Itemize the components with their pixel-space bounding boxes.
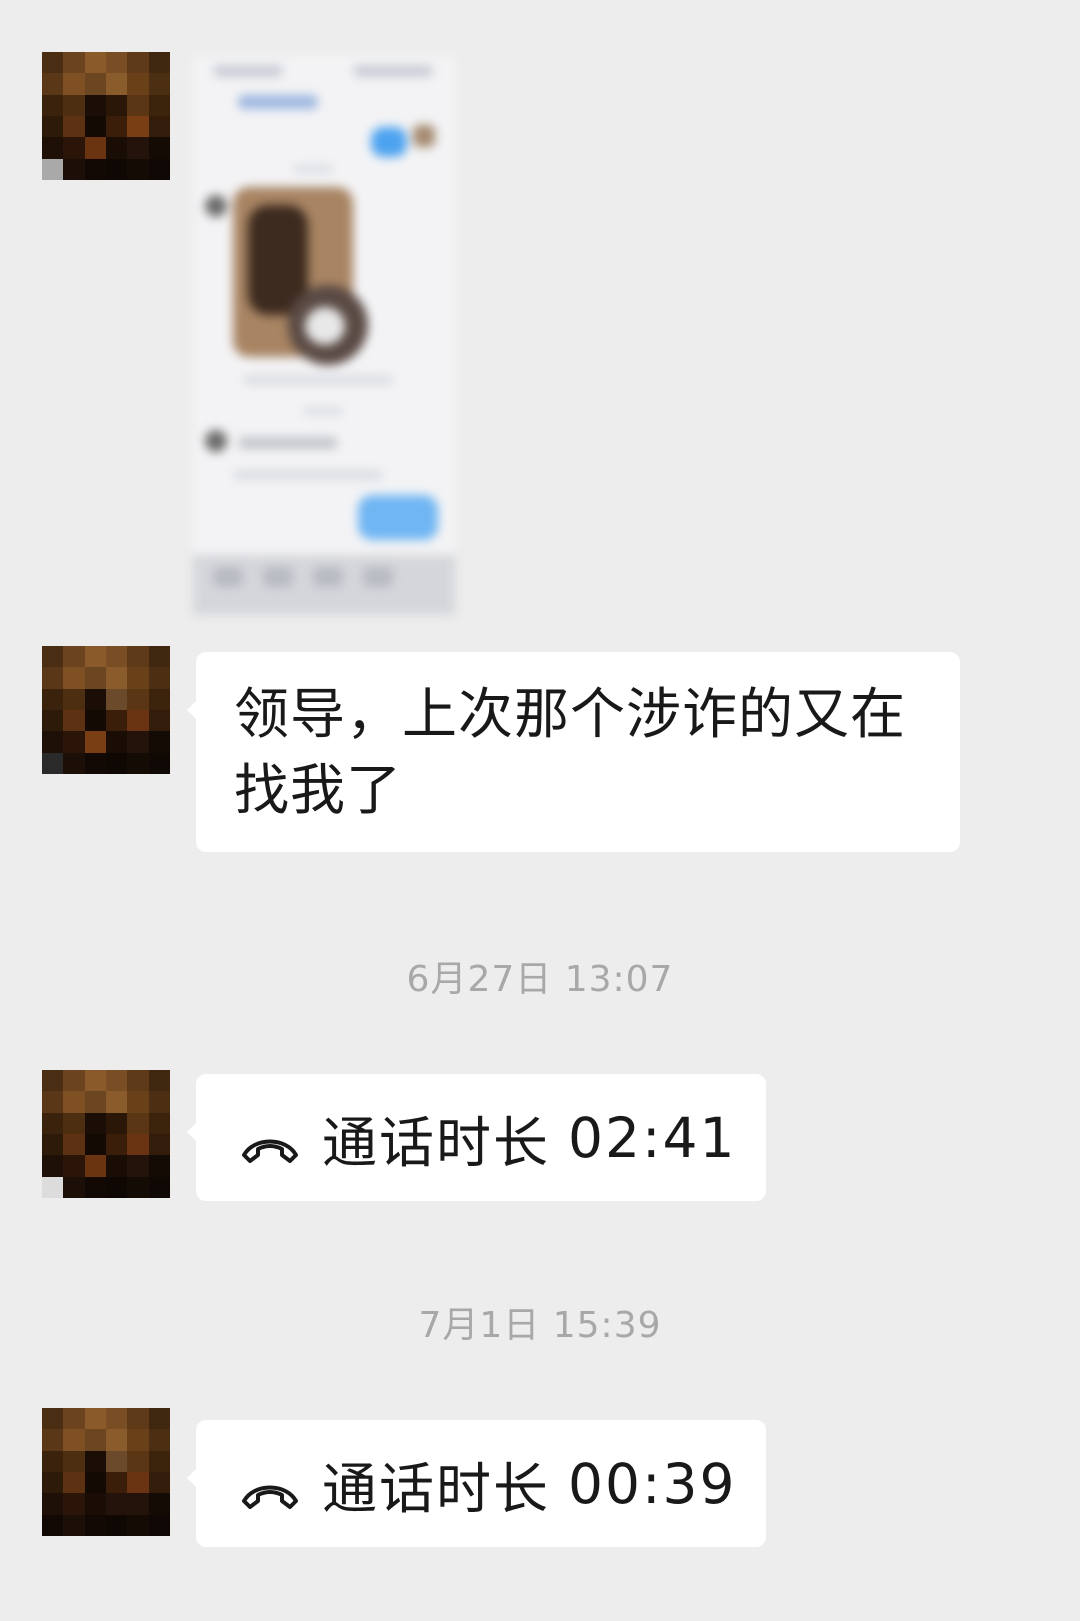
timestamp: 7月1日 15:39 (418, 1305, 662, 1346)
avatar[interactable] (42, 1408, 170, 1536)
avatar[interactable] (42, 52, 170, 180)
call-label: 通话时长 (322, 1110, 551, 1175)
call-record-bubble[interactable]: 通话时长 00:39 (187, 1420, 766, 1547)
call-label: 通话时长 (322, 1456, 551, 1521)
message-bubble[interactable]: 领导，上次那个涉诈的又在找我了 (187, 652, 960, 852)
call-duration: 00:39 (568, 1451, 737, 1516)
shared-image[interactable] (193, 55, 455, 615)
avatar[interactable] (42, 1070, 170, 1198)
timestamp: 6月27日 13:07 (406, 959, 674, 1000)
call-record-bubble[interactable]: 通话时长 02:41 (187, 1074, 766, 1201)
call-duration: 02:41 (568, 1105, 737, 1170)
phone-hangup-icon (240, 1118, 300, 1163)
phone-hangup-icon (240, 1464, 300, 1509)
avatar[interactable] (42, 646, 170, 774)
message-text: 领导，上次那个涉诈的又在找我了 (234, 682, 907, 822)
